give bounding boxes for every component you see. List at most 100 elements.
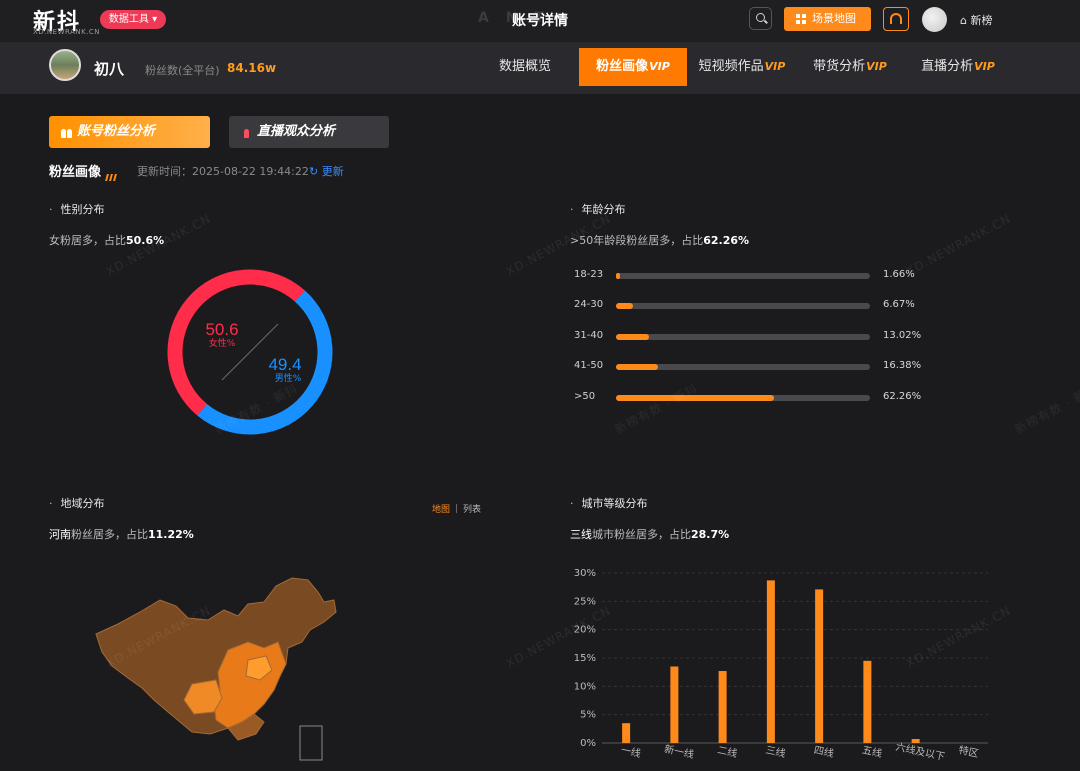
search-button[interactable] — [749, 7, 772, 30]
account-name: 初八 — [94, 60, 125, 78]
male-value: 49.4 — [268, 355, 301, 374]
user-avatar[interactable] — [922, 7, 947, 32]
fans-count-label: 粉丝数(全平台) — [145, 64, 220, 77]
city-summary: 三线城市粉丝居多，占比28.7% — [570, 526, 729, 542]
region-summary: 河南粉丝居多，占比11.22% — [49, 526, 194, 542]
bar[interactable] — [766, 580, 775, 743]
x-tick-label: 新一线 — [663, 742, 695, 761]
vip-badge: VIP — [764, 60, 786, 73]
bar[interactable] — [670, 666, 679, 744]
age-row: 24-30 6.67% — [570, 299, 970, 315]
bar[interactable] — [622, 723, 631, 743]
account-fans-analysis-tab[interactable]: 账号粉丝分析 — [49, 116, 210, 148]
summary-value: 28.7% — [691, 528, 730, 541]
age-bar-track — [616, 334, 870, 340]
vip-badge: VIP — [866, 60, 887, 73]
age-bar-fill — [616, 364, 658, 370]
refresh-button[interactable]: ↻ 更新 — [309, 163, 344, 179]
live-audience-analysis-tab[interactable]: 直播观众分析 — [229, 116, 389, 148]
age-label: >50 — [574, 391, 596, 402]
tab-label: 粉丝画像 — [596, 59, 649, 74]
bar[interactable] — [863, 660, 872, 743]
age-label: 18-23 — [574, 269, 604, 280]
map-toggle-button[interactable]: 地图 — [432, 505, 450, 515]
tab-data-overview[interactable]: 数据概览 — [486, 48, 564, 86]
summary-mid: 城市粉丝居多，占比 — [592, 528, 691, 541]
age-percent: 16.38% — [883, 360, 922, 371]
y-tick-label: 5% — [580, 710, 596, 721]
age-label: 31-40 — [574, 330, 604, 341]
age-bar-fill — [616, 273, 621, 279]
age-bar-track — [616, 273, 870, 279]
scene-map-label: 场景地图 — [812, 12, 856, 25]
bar[interactable] — [815, 589, 824, 743]
summary-mid: 粉丝居多，占比 — [71, 528, 148, 541]
map-list-toggle: 地图 列表 — [432, 502, 481, 515]
users-icon — [61, 126, 73, 138]
age-row: >50 62.26% — [570, 391, 970, 407]
y-tick-label: 0% — [580, 738, 596, 749]
female-label: 女性% — [209, 337, 236, 349]
age-label: 24-30 — [574, 299, 604, 310]
x-tick-label: 二线 — [716, 743, 738, 760]
vip-badge: VIP — [974, 60, 995, 73]
age-percent: 13.02% — [883, 330, 922, 341]
x-tick-label: 五线 — [861, 743, 883, 760]
subtab-label: 直播观众分析 — [257, 124, 336, 139]
watermark: 新榜有数 · 新抖 — [612, 381, 701, 437]
china-map[interactable] — [88, 572, 348, 764]
tab-live-analysis[interactable]: 直播分析VIP — [914, 48, 1002, 86]
summary-prefix: 三线 — [570, 528, 592, 541]
list-toggle-button[interactable]: 列表 — [463, 505, 481, 515]
x-tick-label: 特区 — [957, 744, 979, 760]
watermark: 新榜有数 · 新抖 — [1012, 381, 1080, 437]
update-time: 更新时间：2025-08-22 19:44:22 — [137, 165, 309, 178]
summary-mid: 居多，占比 — [648, 234, 704, 247]
city-tier-bar-chart: 0%5%10%15%20%25%30%一线 新一线 二线 三线 四线 五线 六线及以下 特区 — [574, 568, 988, 763]
bar[interactable] — [911, 739, 920, 743]
tab-ecommerce-analysis[interactable]: 带货分析VIP — [806, 48, 894, 86]
user-icon — [241, 126, 253, 138]
bar[interactable] — [718, 671, 727, 743]
age-bar-track — [616, 364, 870, 370]
y-tick-label: 15% — [574, 653, 596, 664]
y-tick-label: 10% — [574, 681, 596, 692]
customer-support-button[interactable] — [883, 7, 909, 31]
female-value: 50.6 — [205, 320, 238, 339]
tab-fan-profile[interactable]: 粉丝画像VIP — [579, 48, 687, 86]
age-bar-track — [616, 303, 870, 309]
age-row: 41-50 16.38% — [570, 360, 970, 376]
fans-count-value: 84.16w — [227, 61, 277, 75]
summary-prefix: 女粉 — [49, 234, 71, 247]
tab-label: 短视频作品 — [698, 59, 764, 74]
top-bar: 新抖 XD.NEWRANK.CN 数据工具 ▾ A N T 账号详情 场景地图 … — [0, 0, 1080, 42]
city-panel-title: 城市等级分布 — [570, 495, 648, 511]
home-link[interactable]: ⌂ 新榜 — [960, 12, 992, 28]
account-bar: 初八 粉丝数(全平台) 84.16w 数据概览 粉丝画像VIP 短视频作品VIP… — [0, 42, 1080, 94]
age-percent: 62.26% — [883, 391, 922, 402]
headset-icon — [890, 13, 902, 24]
summary-prefix: 河南 — [49, 528, 71, 541]
gender-panel-title: 性别分布 — [49, 201, 105, 217]
x-tick-label: 三线 — [764, 743, 786, 760]
subtab-label: 账号粉丝分析 — [77, 124, 156, 139]
refresh-icon: ↻ — [309, 165, 322, 178]
y-tick-label: 25% — [574, 596, 596, 607]
region-panel-title: 地域分布 — [49, 495, 105, 511]
age-bar-fill — [616, 334, 650, 340]
tab-short-videos[interactable]: 短视频作品VIP — [692, 48, 792, 86]
scene-map-button[interactable]: 场景地图 — [784, 7, 871, 31]
age-label: 41-50 — [574, 360, 604, 371]
grid-icon — [796, 14, 806, 24]
tab-label: 带货分析 — [813, 59, 866, 74]
summary-value: 11.22% — [148, 528, 194, 541]
x-tick-label: 一线 — [620, 743, 642, 760]
age-panel-title: 年龄分布 — [570, 201, 626, 217]
tab-label: 数据概览 — [498, 59, 551, 74]
age-summary: >50年龄段粉丝居多，占比62.26% — [570, 232, 749, 248]
tab-label: 直播分析 — [921, 59, 974, 74]
summary-mid: 居多，占比 — [71, 234, 126, 247]
age-row: 31-40 13.02% — [570, 330, 970, 346]
refresh-label: 更新 — [321, 165, 344, 178]
age-bar-fill — [616, 303, 633, 309]
